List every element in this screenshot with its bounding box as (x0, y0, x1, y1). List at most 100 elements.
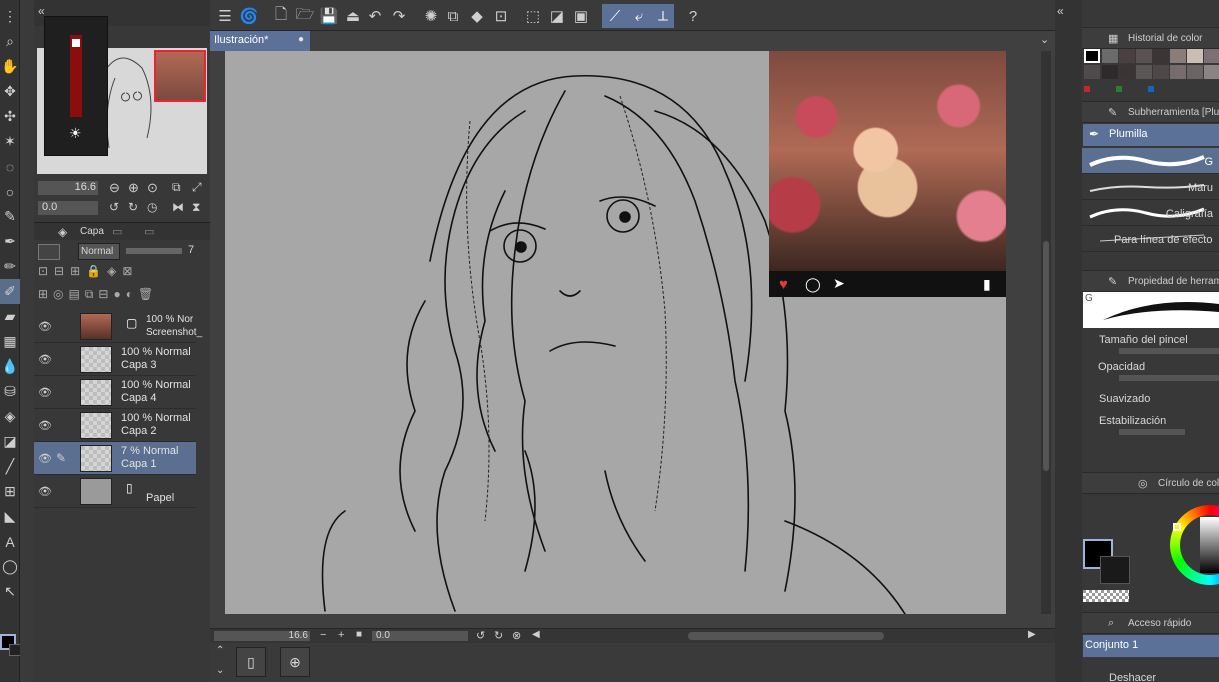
color-history-swatches[interactable] (1083, 48, 1219, 96)
frame-button[interactable]: ▯ (236, 647, 266, 677)
swatch[interactable] (1102, 49, 1118, 63)
panel-splitter[interactable] (20, 0, 34, 682)
swatch[interactable] (1204, 65, 1219, 79)
scroll-thumb[interactable] (1043, 241, 1049, 471)
brightness-slider[interactable] (70, 35, 82, 117)
tab-document[interactable]: Ilustración* ● (210, 31, 310, 51)
stabilization-slider[interactable] (1119, 429, 1185, 435)
ellipse-tool-icon[interactable]: ○ (0, 179, 20, 204)
hand-tool-icon[interactable]: ✋ (0, 54, 20, 79)
brush-item-linea-efecto[interactable]: Para línea de efecto (1082, 226, 1219, 252)
canvas-zoom-slider[interactable]: 16.6 (214, 630, 310, 641)
brush-item-g[interactable]: G (1082, 148, 1219, 174)
chevron-up-icon[interactable]: ⌃ (216, 645, 224, 656)
prop-stabilization[interactable]: Estabilización (1091, 414, 1219, 440)
eraser-tool-icon[interactable]: ▰ (0, 304, 20, 329)
layer-row[interactable]: 👁 100 % Normal Capa 2 (34, 409, 196, 442)
scroll-left-icon[interactable]: ◀ (532, 629, 540, 640)
blend-mode-select[interactable]: Normal (78, 243, 120, 260)
balloon-tool-icon[interactable]: ◯ (0, 554, 20, 579)
line-tool-icon[interactable]: ╱ (0, 454, 20, 479)
export-icon[interactable]: ⏏ (342, 5, 364, 27)
reference-photo[interactable]: ♥ ◯ ➤ ▮ (769, 51, 1006, 297)
quick-access-set-select[interactable]: Conjunto 1 (1083, 635, 1219, 657)
flip-h-icon[interactable]: ⧓ (172, 200, 184, 214)
tab-icon-2[interactable]: ▭ (112, 225, 122, 238)
fill-tool-icon[interactable]: ⛁ (0, 379, 20, 404)
flip-v-icon[interactable]: ⧗ (192, 200, 200, 215)
collapse-icon[interactable]: « (1057, 4, 1064, 18)
open-folder-icon[interactable]: 🗁 (294, 5, 316, 27)
swatch[interactable] (1170, 49, 1186, 63)
new-file-icon[interactable]: 🗋 (270, 5, 292, 27)
minus-icon[interactable]: − (320, 629, 326, 641)
snap-special-ruler-icon[interactable]: ⤶ (628, 5, 650, 27)
zoom-tool-icon[interactable]: ⌕ (0, 29, 20, 54)
fit-navigator-icon[interactable]: ⤢ (192, 180, 202, 195)
pencil-tool-icon[interactable]: ✏ (0, 254, 20, 279)
swatch[interactable] (1119, 49, 1135, 63)
redo-icon[interactable]: ↷ (388, 5, 410, 27)
swatch[interactable] (1102, 65, 1118, 79)
blend-tool-icon[interactable]: ▦ (0, 329, 20, 354)
quick-access-item[interactable]: Deshacer (1083, 672, 1219, 682)
ruler-tool-icon[interactable]: ◣ (0, 504, 20, 529)
selection-border-icon[interactable]: ▣ (570, 5, 592, 27)
help-icon[interactable]: ? (682, 5, 704, 27)
brush-item-maru[interactable]: Maru (1082, 174, 1219, 200)
frame-tool-icon[interactable]: ⊞ (0, 479, 20, 504)
transparent-color[interactable] (1083, 590, 1129, 602)
heart-icon[interactable]: ♥ (779, 276, 788, 293)
horizontal-scroll-thumb[interactable] (688, 632, 884, 640)
reset-rotation-icon[interactable]: ⊗ (512, 629, 521, 642)
rotate-slider[interactable]: 0.0 (38, 201, 98, 215)
snap-ruler-icon[interactable]: ⟋ (604, 5, 626, 27)
invert-selection-icon[interactable]: ◪ (546, 5, 568, 27)
swatch[interactable] (1153, 49, 1169, 63)
rotate-right-icon[interactable]: ↻ (128, 200, 138, 214)
visibility-eye-icon[interactable]: 👁 (38, 386, 52, 399)
zoom-slider[interactable]: 16.6 (38, 181, 98, 195)
prop-brush-size[interactable]: Tamaño del pincel (1091, 333, 1219, 359)
plus-icon[interactable]: + (338, 629, 344, 641)
send-icon[interactable]: ➤ (833, 275, 845, 292)
reset-rotate-icon[interactable]: ◷ (147, 200, 157, 214)
rotate-right-icon[interactable]: ↻ (494, 629, 503, 642)
prop-opacity[interactable]: Opacidad (1091, 360, 1219, 386)
chevron-down-icon[interactable]: ⌄ (216, 665, 224, 676)
pen-tool-icon[interactable]: ✒ (0, 229, 20, 254)
actual-size-icon[interactable]: ⊙ (147, 180, 158, 196)
scroll-right-icon[interactable]: ▶ (1028, 629, 1036, 640)
visibility-eye-icon[interactable]: 👁 (38, 419, 52, 432)
loading-icon[interactable]: ✺ (420, 5, 442, 27)
brush-item-caligrafia[interactable]: Caligrafía (1082, 200, 1219, 226)
canvas-rotate-slider[interactable]: 0.0 (372, 630, 468, 641)
fit-icon[interactable]: ⧉ (172, 180, 181, 195)
brush-size-slider[interactable] (1119, 348, 1219, 354)
move-tool-icon[interactable]: ✥ (0, 79, 20, 104)
lasso-tool-icon[interactable]: ◌ (0, 154, 20, 179)
text-tool-icon[interactable]: A (0, 529, 20, 554)
visibility-eye-icon[interactable]: 👁 (38, 320, 52, 333)
sub-tool-group-plumilla[interactable]: ✒ Plumilla (1083, 124, 1219, 146)
menu-icon[interactable]: ⋮ (0, 4, 20, 29)
gradient-tool-icon[interactable]: ◪ (0, 429, 20, 454)
layer-row-selected[interactable]: 👁 ✎ 7 % Normal Capa 1 (34, 442, 196, 475)
rotate-left-icon[interactable]: ↺ (476, 629, 485, 642)
swatch[interactable] (1204, 49, 1219, 63)
spiral-icon[interactable]: 🌀 (238, 5, 260, 27)
visibility-eye-icon[interactable]: 👁 (38, 485, 52, 498)
opacity-slider[interactable] (126, 248, 182, 254)
wand-tool-icon[interactable]: ✶ (0, 129, 20, 154)
brush-tool-icon[interactable]: ✐ (0, 279, 20, 304)
snap-grid-icon[interactable]: ⟂ (652, 5, 674, 27)
swatch[interactable] (1170, 65, 1186, 79)
sub-color[interactable] (1100, 556, 1130, 584)
swatch[interactable] (1136, 65, 1152, 79)
rotate-left-icon[interactable]: ↺ (109, 200, 119, 214)
swatch[interactable] (1153, 65, 1169, 79)
bookmark-icon[interactable]: ▮ (983, 276, 991, 293)
eyedropper-tool-icon[interactable]: ✎ (0, 204, 20, 229)
swatch[interactable] (1187, 65, 1203, 79)
hue-handle[interactable] (1173, 523, 1181, 531)
